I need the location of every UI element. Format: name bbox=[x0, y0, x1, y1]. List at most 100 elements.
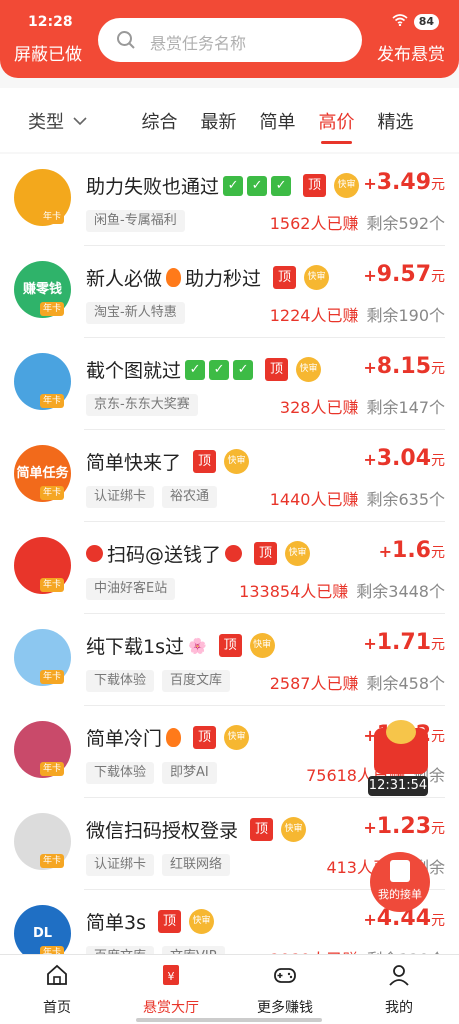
red-envelope-icon bbox=[374, 720, 428, 774]
publish-bounty-button[interactable]: 发布悬赏 bbox=[377, 40, 445, 65]
filter-bar: 类型 综合 最新 简单 高价 精选 bbox=[0, 88, 459, 152]
top-badge: 顶 bbox=[250, 818, 274, 841]
tab-featured[interactable]: 精选 bbox=[366, 108, 425, 144]
tab-comprehensive[interactable]: 综合 bbox=[130, 108, 189, 144]
my-orders-button[interactable]: 我的接单 bbox=[370, 852, 430, 912]
top-badge: 顶 bbox=[193, 450, 217, 473]
price-unit: 元 bbox=[431, 177, 445, 193]
top-badge: 顶 bbox=[218, 634, 242, 657]
task-tags: 中油好客E站 bbox=[86, 578, 176, 600]
task-tag: 裕农通 bbox=[162, 486, 218, 508]
task-tag: 中油好客E站 bbox=[86, 578, 176, 600]
top-badge: 顶 bbox=[158, 910, 181, 933]
earned-count: 1440人已赚 bbox=[269, 490, 359, 509]
check-icon: ✓ bbox=[247, 175, 268, 196]
search-icon bbox=[117, 31, 135, 49]
earned-count: 133854人已赚 bbox=[239, 582, 349, 601]
status-right: 84 bbox=[392, 14, 439, 30]
price-value: 1.6 bbox=[392, 538, 431, 563]
task-title-text: 简单冷门 bbox=[86, 728, 163, 750]
nav-bounty-hall-label: 悬赏大厅 bbox=[143, 1000, 199, 1016]
tab-simple[interactable]: 简单 bbox=[248, 108, 307, 144]
check-icon: ✓ bbox=[271, 175, 292, 196]
task-title-suffix: 助力秒过 bbox=[185, 268, 262, 290]
top-header: 12:28 84 屏蔽已做 悬赏任务名称 发布悬赏 bbox=[0, 0, 459, 78]
top-badge: 顶 bbox=[265, 358, 289, 381]
fast-review-badge: 快审 bbox=[224, 725, 250, 750]
tab-high-price[interactable]: 高价 bbox=[307, 108, 366, 144]
search-bar[interactable]: 悬赏任务名称 bbox=[98, 18, 362, 62]
price-unit: 元 bbox=[431, 453, 445, 469]
task-stats: 328人已赚 剩余147个 bbox=[280, 394, 445, 418]
task-stats: 1562人已赚 剩余592个 bbox=[270, 210, 445, 234]
nav-more-earn[interactable]: 更多赚钱 bbox=[228, 963, 342, 1017]
fast-review-badge: 快审 bbox=[296, 357, 322, 382]
annual-card-badge: 年卡 bbox=[40, 670, 65, 684]
task-row[interactable]: 赚零钱 年卡 新人必做 助力秒过顶快审 淘宝-新人特惠 +9.57元 1224人已赚 剩余19… bbox=[0, 246, 459, 338]
nav-bounty-hall[interactable]: ¥ 悬赏大厅 bbox=[114, 963, 228, 1017]
task-stats: 2587人已赚 剩余458个 bbox=[270, 670, 445, 694]
task-tags: 百度文库文库VIP bbox=[86, 946, 225, 954]
task-tag: 淘宝-新人特惠 bbox=[86, 302, 185, 324]
task-row[interactable]: 年卡 纯下载1s过 🌸 顶快审 下载体验 百度文库 +1.71元 2587人已赚 剩余458个 bbox=[0, 614, 459, 706]
remaining-count: 剩余147个 bbox=[366, 398, 445, 417]
gamepad-icon bbox=[274, 968, 296, 983]
red-envelope-float[interactable]: 12:31:54 bbox=[368, 720, 428, 796]
earned-count: 1562人已赚 bbox=[269, 214, 359, 233]
nav-profile[interactable]: 我的 bbox=[342, 963, 456, 1017]
svg-text:¥: ¥ bbox=[168, 970, 175, 983]
task-row[interactable]: 简单任务 年卡 简单快来了顶快审 认证绑卡 裕农通 +3.04元 1440人已赚 剩余635个 bbox=[0, 430, 459, 522]
nav-home[interactable]: 首页 bbox=[0, 963, 114, 1017]
task-row[interactable]: 年卡 截个图就过 ✓ ✓ ✓ 顶快审 京东-东东大奖赛 +8.15元 328人已赚 剩余147个 bbox=[0, 338, 459, 430]
price-unit: 元 bbox=[431, 821, 445, 837]
task-price: +1.23元 bbox=[363, 814, 445, 839]
price-sign: + bbox=[363, 910, 377, 929]
task-list: 年卡 助力失败也通过 ✓ ✓ ✓ 顶快审 闲鱼-专属福利 +3.49元 1562人已赚 剩余592… bbox=[0, 154, 459, 954]
task-row[interactable]: 年卡 助力失败也通过 ✓ ✓ ✓ 顶快审 闲鱼-专属福利 +3.49元 1562人已赚 剩余592… bbox=[0, 154, 459, 246]
task-tags: 下载体验 即梦AI bbox=[86, 762, 217, 784]
task-price: +8.15元 bbox=[363, 354, 445, 379]
task-row[interactable]: 年卡 扫码@送钱了 顶快审 中油好客E站 +1.6元 133854人已赚 剩余3448个 bbox=[0, 522, 459, 614]
price-value: 1.71 bbox=[376, 630, 431, 655]
tab-latest[interactable]: 最新 bbox=[189, 108, 248, 144]
task-title: 简单快来了顶快审 bbox=[86, 448, 250, 475]
type-label: 类型 bbox=[28, 112, 64, 133]
type-dropdown[interactable]: 类型 bbox=[28, 108, 88, 134]
annual-card-badge: 年卡 bbox=[40, 486, 65, 500]
bounty-hall-icon: ¥ bbox=[163, 965, 179, 985]
task-tag: 闲鱼-专属福利 bbox=[86, 210, 185, 232]
price-sign: + bbox=[363, 174, 377, 193]
check-icon: ✓ bbox=[223, 175, 244, 196]
task-stats: 133854人已赚 剩余3448个 bbox=[239, 578, 445, 602]
task-tag: 认证绑卡 bbox=[86, 486, 155, 508]
price-sign: + bbox=[363, 266, 377, 285]
block-done-button[interactable]: 屏蔽已做 bbox=[14, 40, 82, 65]
fire-icon bbox=[166, 728, 182, 747]
chevron-down-icon bbox=[73, 117, 87, 126]
task-title-text: 助力失败也通过 bbox=[86, 176, 220, 198]
red-dot-icon bbox=[86, 545, 103, 562]
wifi-icon bbox=[392, 14, 408, 30]
price-sign: + bbox=[363, 450, 377, 469]
nav-profile-label: 我的 bbox=[385, 1000, 413, 1016]
task-title: 微信扫码授权登录顶快审 bbox=[86, 816, 307, 843]
top-badge: 顶 bbox=[254, 542, 278, 565]
top-badge: 顶 bbox=[303, 174, 327, 197]
annual-card-badge: 年卡 bbox=[40, 394, 65, 408]
task-stats: 1224人已赚 剩余190个 bbox=[270, 302, 445, 326]
task-title-text: 纯下载1s过 bbox=[86, 636, 184, 658]
task-price: +3.04元 bbox=[363, 446, 445, 471]
annual-card-badge: 年卡 bbox=[40, 854, 65, 868]
price-value: 3.49 bbox=[376, 170, 431, 195]
fast-review-badge: 快审 bbox=[224, 449, 250, 474]
profile-icon bbox=[389, 965, 409, 986]
fast-review-badge: 快审 bbox=[334, 173, 360, 198]
price-unit: 元 bbox=[431, 361, 445, 377]
remaining-count: 剩余592个 bbox=[366, 214, 445, 233]
earned-count: 2587人已赚 bbox=[269, 674, 359, 693]
fast-review-badge: 快审 bbox=[281, 817, 307, 842]
home-icon bbox=[47, 964, 67, 985]
bottom-nav: 首页 ¥ 悬赏大厅 更多赚钱 我的 bbox=[0, 954, 459, 1024]
task-tag: 京东-东东大奖赛 bbox=[86, 394, 198, 416]
task-title: 扫码@送钱了 顶快审 bbox=[86, 540, 311, 567]
